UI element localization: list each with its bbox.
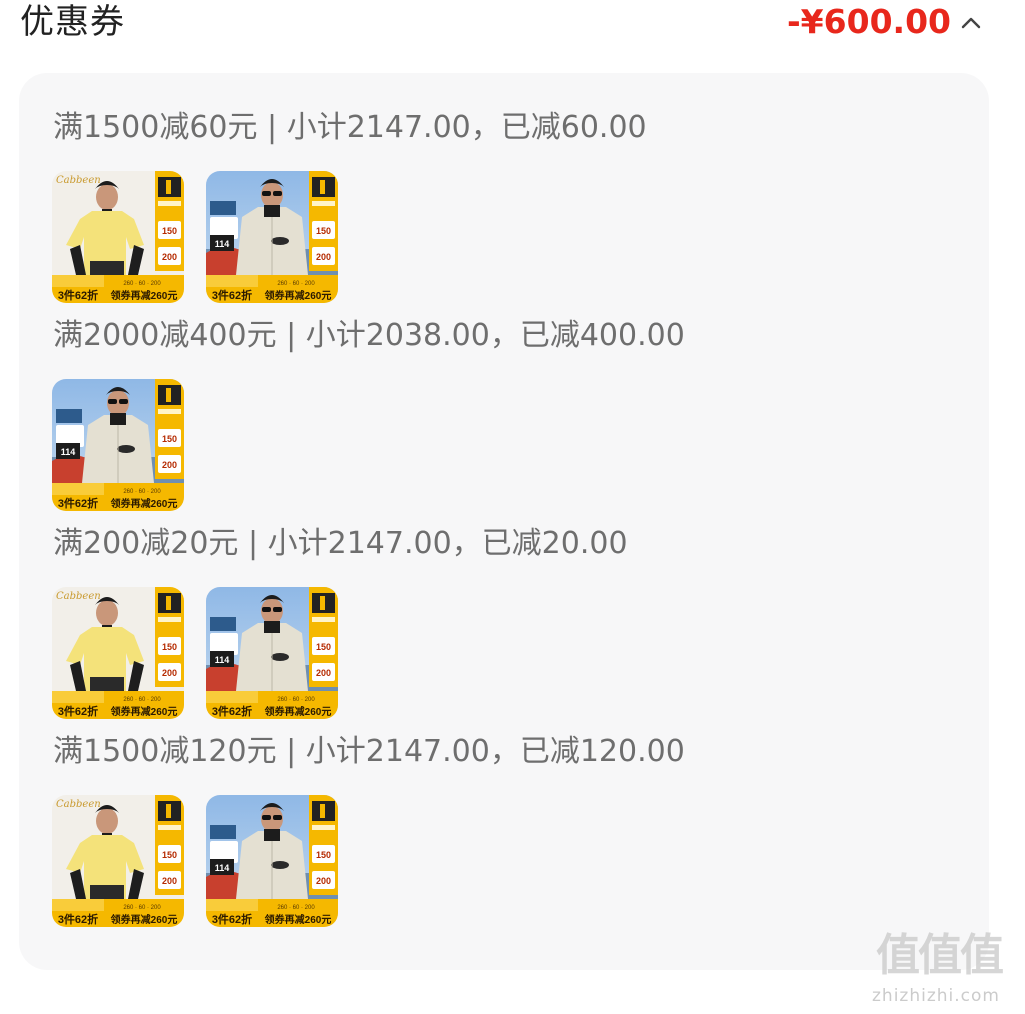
svg-text:领券再减260元: 领券再减260元 xyxy=(265,913,332,926)
svg-text:Cabbeen: Cabbeen xyxy=(56,799,101,810)
coupon-header: 优惠券 -¥600.00 xyxy=(0,0,1025,60)
svg-text:3件62折: 3件62折 xyxy=(58,704,98,718)
svg-text:Cabbeen: Cabbeen xyxy=(56,591,101,602)
svg-text:150: 150 xyxy=(316,642,331,652)
site-watermark: 值值值 zhizhizhi.com xyxy=(870,930,1020,1010)
coupon-group-title: 满1500减60元 | 小计2147.00，已减60.00 xyxy=(53,110,647,145)
svg-text:150: 150 xyxy=(316,850,331,860)
svg-text:3件62折: 3件62折 xyxy=(212,288,252,302)
svg-text:领券再减260元: 领券再减260元 xyxy=(111,289,178,302)
svg-text:260 · 60 · 200: 260 · 60 · 200 xyxy=(123,697,161,703)
svg-text:3件62折: 3件62折 xyxy=(58,912,98,926)
svg-text:领券再减260元: 领券再减260元 xyxy=(111,913,178,926)
svg-text:260 · 60 · 200: 260 · 60 · 200 xyxy=(277,905,315,911)
svg-text:260 · 60 · 200: 260 · 60 · 200 xyxy=(277,697,315,703)
svg-text:3件62折: 3件62折 xyxy=(58,496,98,510)
svg-text:200: 200 xyxy=(162,668,177,678)
svg-text:3件62折: 3件62折 xyxy=(212,704,252,718)
svg-text:200: 200 xyxy=(162,460,177,470)
svg-text:114: 114 xyxy=(215,239,230,249)
product-thumb-yellow-shirt[interactable]: Cabbeen 150 200 3件62折 260 · 60 · 200 领券再… xyxy=(52,587,184,719)
svg-text:150: 150 xyxy=(162,226,177,236)
coupon-total-toggle[interactable]: -¥600.00 xyxy=(787,2,981,42)
svg-text:领券再减260元: 领券再减260元 xyxy=(265,289,332,302)
svg-text:3件62折: 3件62折 xyxy=(212,912,252,926)
coupon-group-title: 满2000减400元 | 小计2038.00，已减400.00 xyxy=(53,318,685,353)
svg-text:114: 114 xyxy=(215,655,230,665)
product-thumb-beige-jacket[interactable]: 114 150 200 3件62折 260 · 60 · 200 领券再减260… xyxy=(52,379,184,511)
svg-text:150: 150 xyxy=(162,434,177,444)
svg-text:领券再减260元: 领券再减260元 xyxy=(111,497,178,510)
svg-text:150: 150 xyxy=(162,850,177,860)
svg-text:Cabbeen: Cabbeen xyxy=(56,175,101,186)
svg-text:114: 114 xyxy=(61,447,76,457)
svg-text:200: 200 xyxy=(316,252,331,262)
product-thumb-beige-jacket[interactable]: 114 150 200 3件62折 260 · 60 · 200 领券再减260… xyxy=(206,587,338,719)
svg-text:200: 200 xyxy=(162,252,177,262)
svg-text:200: 200 xyxy=(316,668,331,678)
svg-text:260 · 60 · 200: 260 · 60 · 200 xyxy=(123,489,161,495)
svg-text:260 · 60 · 200: 260 · 60 · 200 xyxy=(277,281,315,287)
svg-text:200: 200 xyxy=(162,876,177,886)
product-thumb-beige-jacket[interactable]: 114 150 200 3件62折 260 · 60 · 200 领券再减260… xyxy=(206,171,338,303)
total-discount-amount: -¥600.00 xyxy=(786,2,951,41)
watermark-site: zhizhizhi.com xyxy=(872,986,1000,1006)
coupon-section-title: 优惠券 xyxy=(20,2,125,42)
svg-text:3件62折: 3件62折 xyxy=(58,288,98,302)
coupon-group-title: 满1500减120元 | 小计2147.00，已减120.00 xyxy=(53,734,685,769)
svg-text:114: 114 xyxy=(215,863,230,873)
product-thumb-yellow-shirt[interactable]: Cabbeen 150 200 3件62折 260 · 60 · 200 领券再… xyxy=(52,795,184,927)
svg-text:领券再减260元: 领券再减260元 xyxy=(111,705,178,718)
coupon-group-title: 满200减20元 | 小计2147.00，已减20.00 xyxy=(53,526,628,561)
chevron-up-icon[interactable] xyxy=(961,15,981,29)
svg-text:150: 150 xyxy=(162,642,177,652)
watermark-logo: 值值值 xyxy=(876,930,1004,981)
product-thumb-yellow-shirt[interactable]: Cabbeen 150 200 3件62折 260 · 60 · 200 领券再… xyxy=(52,171,184,303)
svg-text:200: 200 xyxy=(316,876,331,886)
svg-text:260 · 60 · 200: 260 · 60 · 200 xyxy=(123,905,161,911)
svg-text:260 · 60 · 200: 260 · 60 · 200 xyxy=(123,281,161,287)
svg-text:150: 150 xyxy=(316,226,331,236)
product-thumb-beige-jacket[interactable]: 114 150 200 3件62折 260 · 60 · 200 领券再减260… xyxy=(206,795,338,927)
svg-text:领券再减260元: 领券再减260元 xyxy=(265,705,332,718)
